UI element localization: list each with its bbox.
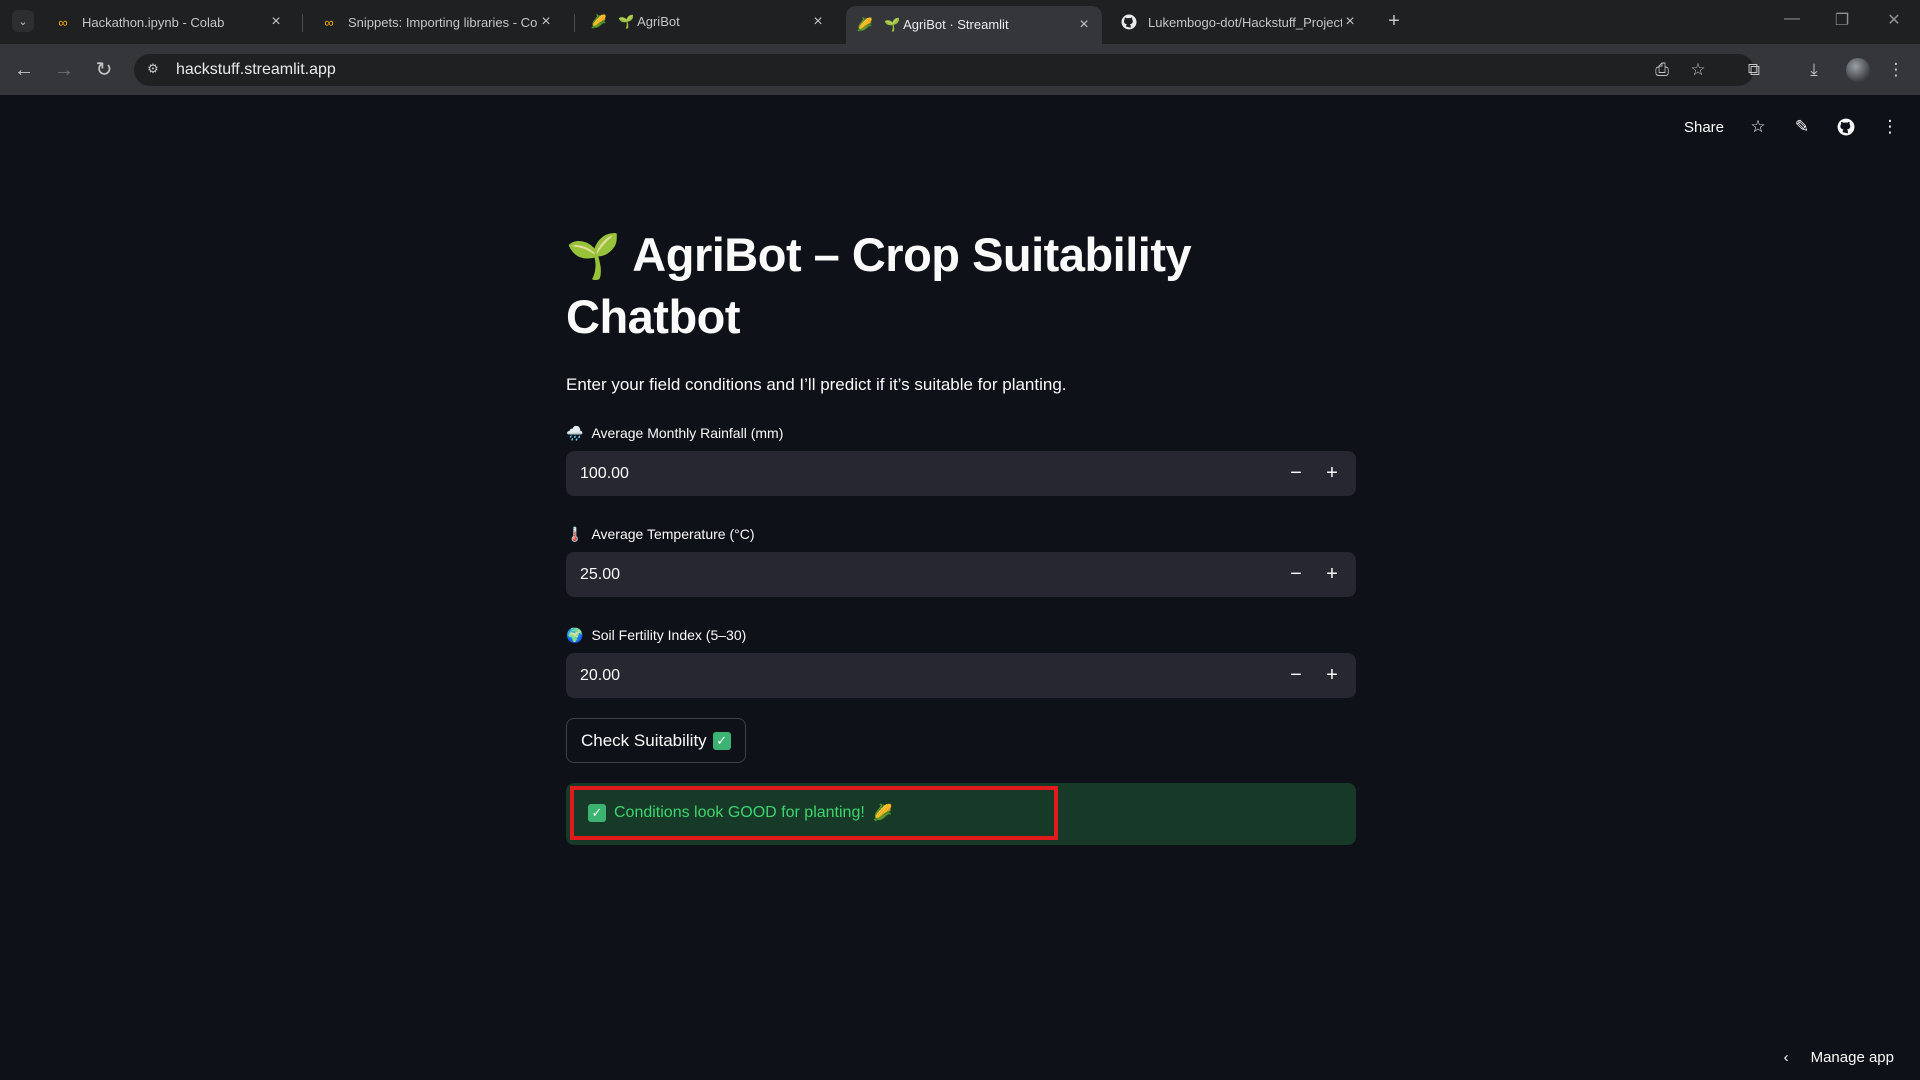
edit-pencil-icon[interactable]: ✎ [1792,117,1812,137]
profile-avatar[interactable] [1846,58,1870,82]
restore-icon[interactable]: ❐ [1830,10,1854,30]
tab-strip: ⌄ ∞ Hackathon.ipynb - Colab × ∞ Snippets… [0,0,1920,44]
site-info-icon[interactable]: ⚙ [144,61,162,79]
rainfall-input-container: − + [566,451,1356,496]
corn-icon: 🌽 [590,14,608,29]
temperature-input[interactable] [566,552,1278,597]
corn-icon: 🌽 [856,17,874,32]
close-tab-icon[interactable]: × [1342,14,1358,30]
back-icon[interactable]: ← [12,58,36,82]
chevron-left-icon: ‹ [1783,1049,1789,1066]
success-alert: ✓ Conditions look GOOD for planting! 🌽 [566,783,1356,845]
tab-separator [574,14,575,32]
colab-icon: ∞ [324,14,334,30]
rainfall-input[interactable] [566,451,1278,496]
page-description: Enter your field conditions and I’ll pre… [566,375,1067,394]
tab-separator [302,14,303,32]
check-suitability-button[interactable]: Check Suitability ✓ [566,718,746,763]
tab-github[interactable]: Lukembogo-dot/Hackstuff_Project × [1110,6,1368,38]
bookmark-star-icon[interactable]: ☆ [1686,58,1710,82]
tab-search-button[interactable]: ⌄ [12,10,34,32]
soil-fertility-label-text: Soil Fertility Index (5–30) [591,627,747,643]
close-tab-icon[interactable]: × [268,14,284,30]
tab-colab-hackathon[interactable]: ∞ Hackathon.ipynb - Colab × [44,6,294,38]
rainfall-label: 🌧️ Average Monthly Rainfall (mm) [566,423,1356,443]
download-icon[interactable]: ⤓ [1802,58,1826,82]
soil-fertility-decrement-button[interactable]: − [1278,653,1314,698]
new-tab-button[interactable]: + [1382,10,1406,34]
rain-cloud-icon: 🌧️ [566,424,584,441]
check-suitability-label: Check Suitability [581,730,707,750]
sprout-icon: 🌱 [566,232,621,281]
tab-title: 🌱 AgriBot · Streamlit [884,17,1009,32]
tab-title: Hackathon.ipynb - Colab [82,14,225,30]
reload-icon[interactable]: ↻ [92,58,116,82]
tab-title: 🌱 AgriBot [618,14,680,29]
close-tab-icon[interactable]: × [1076,17,1092,33]
temperature-field: 🌡️ Average Temperature (°C) − + [566,524,1356,597]
soil-fertility-field: 🌍 Soil Fertility Index (5–30) − + [566,625,1356,698]
share-button[interactable]: Share [1684,119,1724,136]
rainfall-label-text: Average Monthly Rainfall (mm) [591,425,784,441]
forward-icon[interactable]: → [52,58,76,82]
extensions-icon[interactable]: ⧉ [1742,58,1766,82]
colab-icon: ∞ [58,14,68,30]
page-title-text: AgriBot – Crop Suitability Chatbot [566,228,1192,343]
tab-agribot[interactable]: 🌽 🌱 AgriBot × [580,6,836,38]
soil-fertility-label: 🌍 Soil Fertility Index (5–30) [566,625,1356,645]
manage-app-button[interactable]: ‹ Manage app [1784,1049,1894,1066]
github-icon [1120,13,1138,31]
star-icon[interactable]: ☆ [1748,117,1768,137]
tab-colab-snippets[interactable]: ∞ Snippets: Importing libraries - Cola × [310,6,564,38]
tab-title: Snippets: Importing libraries - Cola [348,14,538,30]
main-content: 🌱 AgriBot – Crop Suitability Chatbot Ente… [566,225,1356,845]
rainfall-decrement-button[interactable]: − [1278,451,1314,496]
red-highlight-box [570,786,1058,840]
soil-fertility-input-container: − + [566,653,1356,698]
temperature-label-text: Average Temperature (°C) [591,526,755,542]
temperature-input-container: − + [566,552,1356,597]
checkmark-icon: ✓ [712,731,731,750]
thermometer-icon: 🌡️ [566,525,584,542]
install-app-icon[interactable]: ⎙ [1650,58,1674,82]
chrome-menu-icon[interactable]: ⋮ [1884,58,1908,82]
rainfall-increment-button[interactable]: + [1314,451,1350,496]
globe-icon: 🌍 [566,626,584,643]
close-window-icon[interactable]: ✕ [1882,10,1906,30]
temperature-increment-button[interactable]: + [1314,552,1350,597]
close-tab-icon[interactable]: × [810,14,826,30]
app-header: Share ☆ ✎ ⋮ [1684,117,1900,137]
close-tab-icon[interactable]: × [538,14,554,30]
rainfall-field: 🌧️ Average Monthly Rainfall (mm) − + [566,423,1356,496]
streamlit-app: Share ☆ ✎ ⋮ 🌱 AgriBot – Crop Suitability … [0,97,1920,1080]
address-bar[interactable]: ⚙ hackstuff.streamlit.app [134,54,1754,86]
main-menu-icon[interactable]: ⋮ [1880,117,1900,137]
tab-title: Lukembogo-dot/Hackstuff_Project [1148,14,1342,30]
manage-app-label: Manage app [1810,1049,1894,1066]
browser-toolbar: ← → ↻ ⚙ hackstuff.streamlit.app ⎙ ☆ ⧉ ⤓ … [0,44,1920,96]
page-title: 🌱 AgriBot – Crop Suitability Chatbot [566,225,1356,347]
minimize-icon[interactable]: — [1780,10,1804,28]
temperature-label: 🌡️ Average Temperature (°C) [566,524,1356,544]
url-text: hackstuff.streamlit.app [176,61,336,78]
github-icon[interactable] [1836,117,1856,137]
soil-fertility-increment-button[interactable]: + [1314,653,1350,698]
tab-agribot-streamlit[interactable]: 🌽 🌱 AgriBot · Streamlit × [846,6,1102,44]
soil-fertility-input[interactable] [566,653,1278,698]
temperature-decrement-button[interactable]: − [1278,552,1314,597]
